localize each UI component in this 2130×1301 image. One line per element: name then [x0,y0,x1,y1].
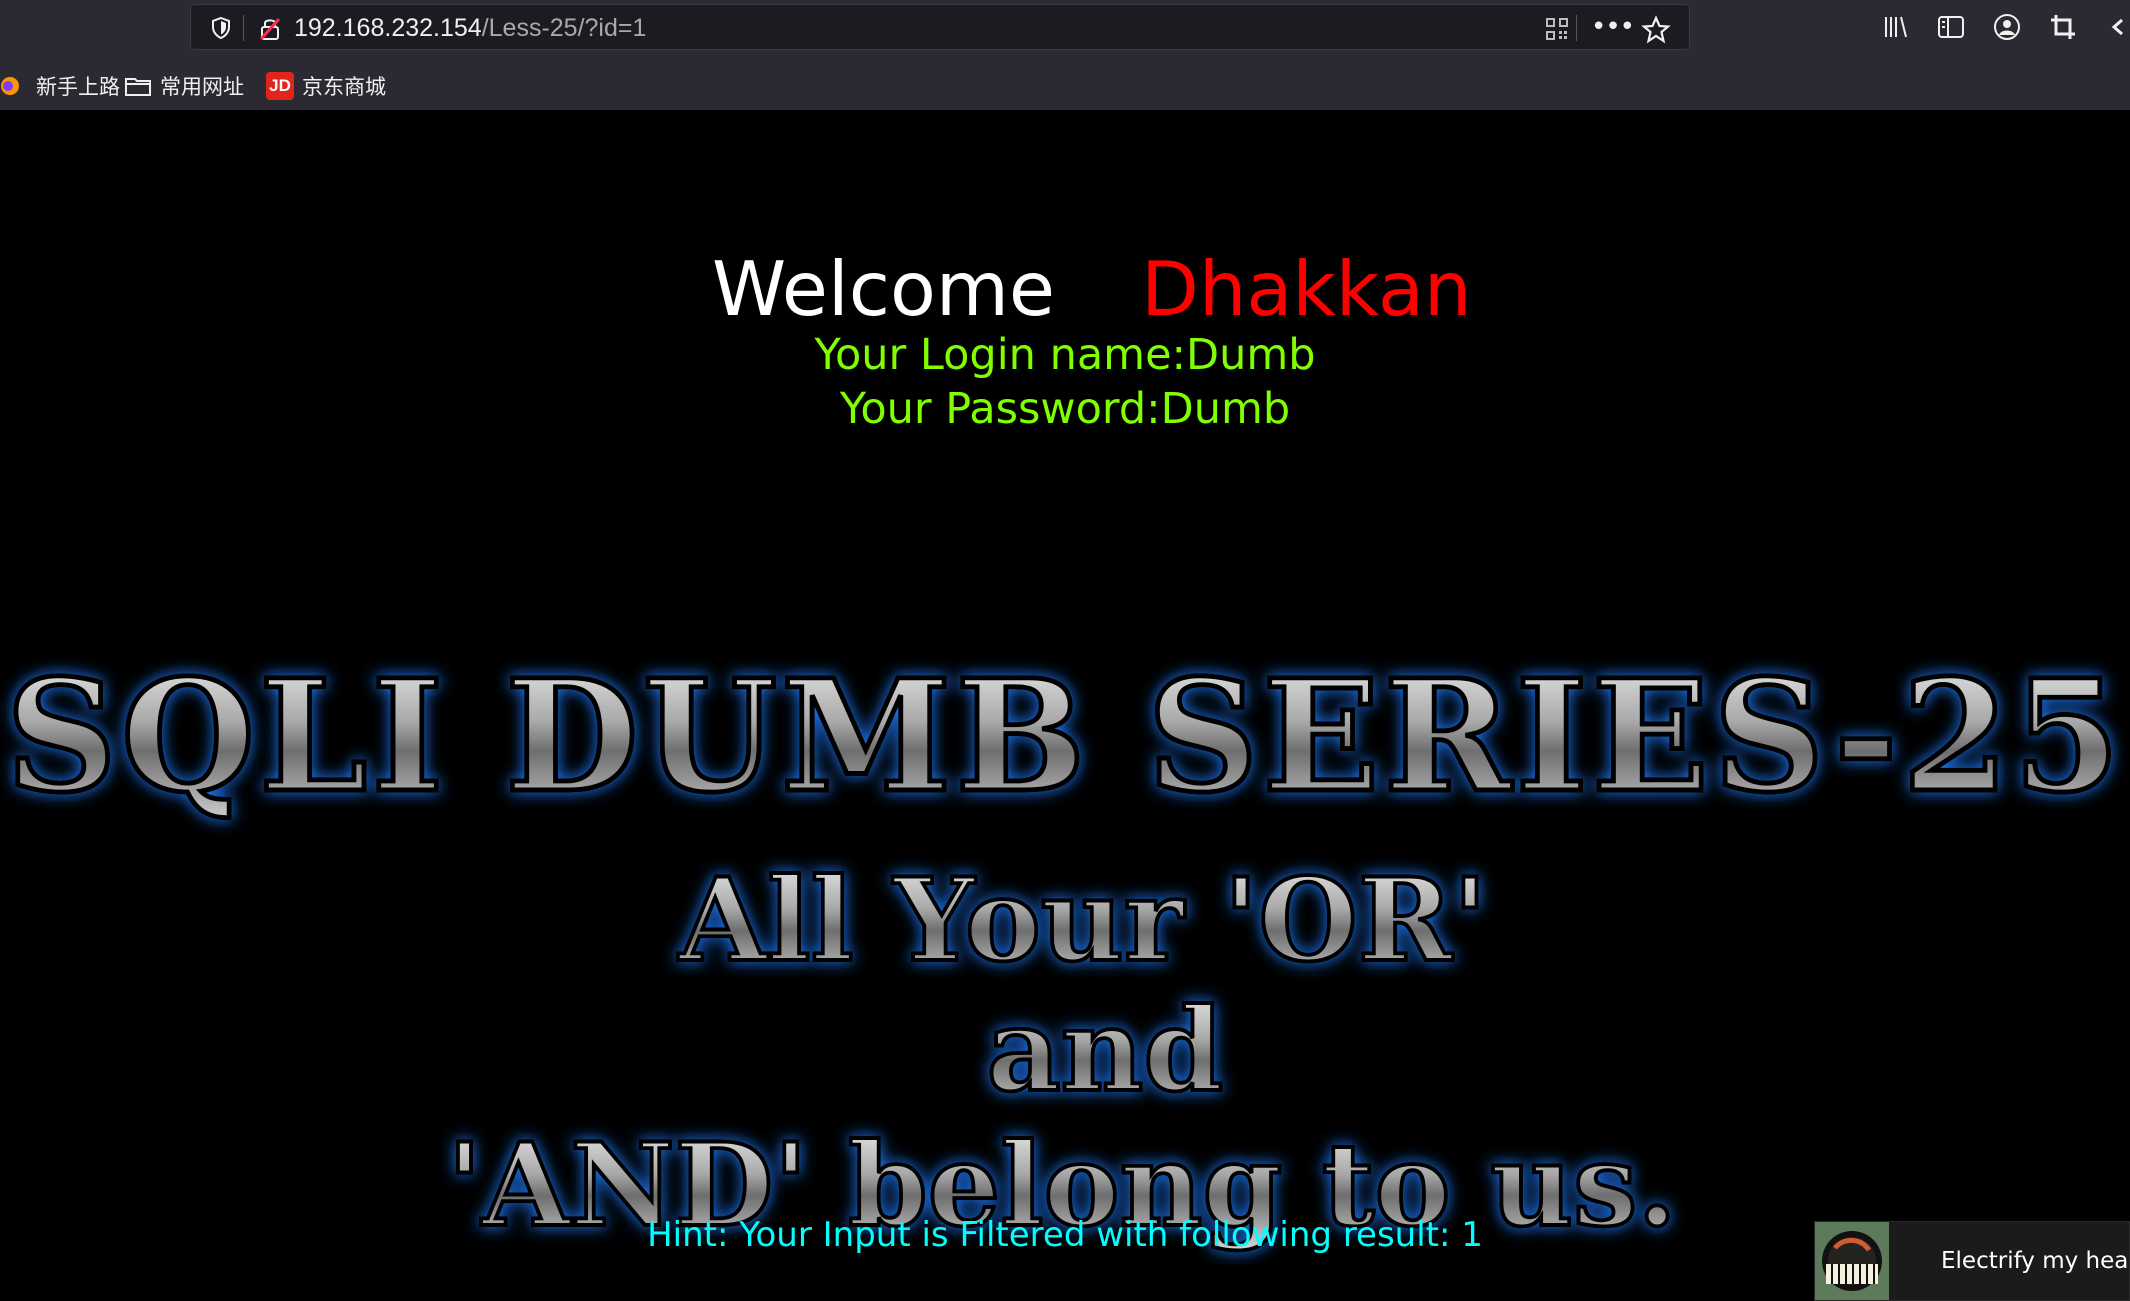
browser-toolbar: 192.168.232.154/Less-25/?id=1 ••• [0,0,2130,53]
library-icon[interactable] [1881,12,1911,42]
address-path: /Less-25/?id=1 [481,14,647,42]
address-host: 192.168.232.154 [294,14,482,42]
jd-icon: JD [266,72,294,100]
overflow-menu-icon[interactable] [2102,12,2130,42]
browser-chrome: 192.168.232.154/Less-25/?id=1 ••• 新手上路 常… [0,0,2130,110]
folder-icon [125,78,151,96]
welcome-line: Welcome Dhakkan [712,243,1471,335]
bookmark-getting-started[interactable]: 新手上路 [0,72,120,100]
qr-code-icon[interactable] [1545,17,1569,41]
more-actions-icon[interactable]: ••• [1591,13,1635,41]
bookmarks-toolbar: 新手上路 常用网址 JD 京东商城 [0,64,2130,108]
password-text: Your Password:Dumb [839,384,1291,434]
tracking-protection-shield-icon[interactable] [209,16,233,40]
series-title-text: SQLI DUMB SERIES-25 [6,646,2124,827]
bookmark-label: 常用网址 [160,75,244,99]
address-actions-separator [1576,15,1577,41]
slogan-image: All Your 'OR' and 'AND' belong to us. [445,851,1679,1254]
song-title[interactable]: Electrify my heart [1941,1246,2130,1276]
user-name: Dhakkan [1141,245,1472,333]
album-art-icon[interactable] [1815,1222,1889,1300]
login-name-text: Your Login name:Dumb [814,330,1316,380]
web-page: Welcome Dhakkan Your Login name:Dumb Your… [0,110,2130,1301]
bookmark-label: 新手上路 [36,75,120,99]
music-player-widget[interactable]: Electrify my heart [1814,1221,2130,1301]
sidebar-icon[interactable] [1936,12,1966,42]
slogan-line-1: All Your 'OR' [678,853,1488,987]
screenshot-icon[interactable] [2048,12,2078,42]
filter-hint-text: Hint: Your Input is Filtered with follow… [647,1215,1483,1255]
firefox-icon [1,77,19,95]
bookmark-star-icon[interactable] [1641,15,1671,45]
account-icon[interactable] [1992,12,2022,42]
address-bar[interactable]: 192.168.232.154/Less-25/?id=1 ••• [190,4,1690,50]
address-separator [243,15,244,41]
welcome-word: Welcome [712,245,1056,333]
bookmark-jd-mall[interactable]: JD 京东商城 [266,72,386,100]
slogan-line-2: and [987,983,1223,1117]
insecure-lock-icon[interactable] [257,16,283,42]
address-url[interactable]: 192.168.232.154/Less-25/?id=1 [294,14,646,42]
bookmark-common-sites[interactable]: 常用网址 [124,72,244,100]
bookmark-label: 京东商城 [302,75,386,99]
